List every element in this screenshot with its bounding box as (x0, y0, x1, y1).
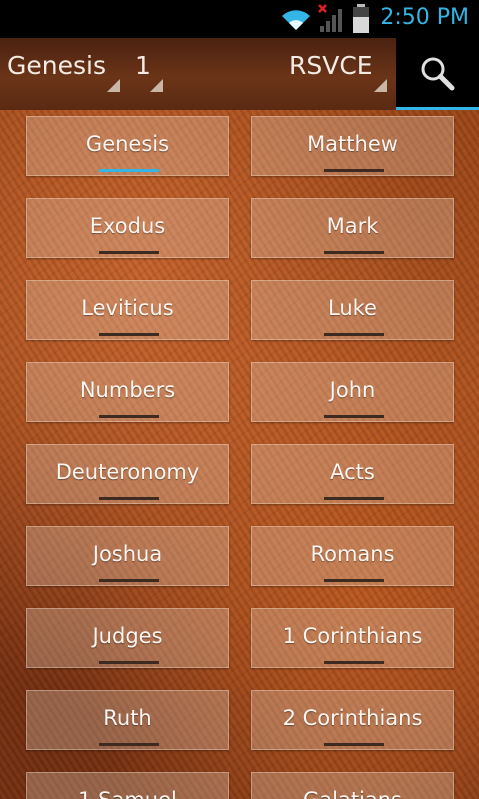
selected-indicator (99, 169, 159, 172)
book-underline (324, 333, 384, 336)
book-underline (99, 333, 159, 336)
book-underline (99, 415, 159, 418)
status-bar: 2:50 PM (0, 0, 479, 38)
book-button-numbers[interactable]: Numbers (26, 362, 229, 422)
book-button-exodus[interactable]: Exodus (26, 198, 229, 258)
book-label: Luke (328, 296, 377, 320)
spinner-dropdown-icon (150, 79, 163, 92)
search-button[interactable] (396, 38, 479, 110)
book-label: Deuteronomy (55, 460, 200, 484)
book-label: Genesis (85, 132, 170, 156)
book-button-1-samuel[interactable]: 1 Samuel (26, 772, 229, 799)
book-label: Judges (92, 624, 163, 648)
book-underline (324, 579, 384, 582)
book-underline (99, 743, 159, 746)
book-button-joshua[interactable]: Joshua (26, 526, 229, 586)
book-button-galatians[interactable]: Galatians (251, 772, 454, 799)
book-button-2-corinthians[interactable]: 2 Corinthians (251, 690, 454, 750)
book-label: Mark (326, 214, 379, 238)
book-label: Ruth (103, 706, 152, 730)
book-underline (324, 661, 384, 664)
signal-no-service-icon (318, 4, 348, 38)
book-underline (324, 169, 384, 172)
chapter-spinner-label: 1 (135, 51, 151, 80)
book-label: 2 Corinthians (282, 706, 423, 730)
spinner-dropdown-icon (374, 79, 387, 92)
book-label: 1 Samuel (27, 788, 228, 799)
book-underline (324, 743, 384, 746)
version-spinner[interactable]: RSVCE (280, 38, 392, 110)
spinner-dropdown-icon (107, 79, 120, 92)
book-button-ruth[interactable]: Ruth (26, 690, 229, 750)
book-button-matthew[interactable]: Matthew (251, 116, 454, 176)
search-icon (421, 57, 455, 91)
book-label: Galatians (252, 788, 453, 799)
chapter-spinner[interactable]: 1 (126, 38, 168, 110)
version-spinner-label: RSVCE (289, 51, 373, 80)
book-underline (99, 579, 159, 582)
book-label: 1 Corinthians (282, 624, 423, 648)
book-label: Numbers (79, 378, 176, 402)
book-button-john[interactable]: John (251, 362, 454, 422)
book-label: Acts (330, 460, 375, 484)
book-underline (99, 661, 159, 664)
book-label: Leviticus (81, 296, 174, 320)
book-label: Exodus (89, 214, 166, 238)
wifi-icon (279, 6, 313, 36)
book-button-romans[interactable]: Romans (251, 526, 454, 586)
book-underline (99, 497, 159, 500)
book-button-1-corinthians[interactable]: 1 Corinthians (251, 608, 454, 668)
book-underline (324, 497, 384, 500)
book-label: Joshua (92, 542, 163, 566)
battery-icon (352, 4, 370, 38)
book-button-leviticus[interactable]: Leviticus (26, 280, 229, 340)
screen: 2:50 PM Genesis 1 RSVCE Genesis Exodus Lev… (0, 0, 479, 799)
action-bar: Genesis 1 RSVCE (0, 38, 479, 110)
book-button-judges[interactable]: Judges (26, 608, 229, 668)
book-underline (324, 251, 384, 254)
book-button-luke[interactable]: Luke (251, 280, 454, 340)
book-label: John (329, 378, 376, 402)
book-spinner[interactable]: Genesis (0, 38, 126, 110)
book-button-acts[interactable]: Acts (251, 444, 454, 504)
book-spinner-label: Genesis (7, 51, 106, 80)
book-button-deuteronomy[interactable]: Deuteronomy (26, 444, 229, 504)
status-time: 2:50 PM (380, 5, 469, 30)
book-button-genesis[interactable]: Genesis (26, 116, 229, 176)
book-underline (324, 415, 384, 418)
book-button-mark[interactable]: Mark (251, 198, 454, 258)
book-grid: Genesis Exodus Leviticus Numbers Deuteronomy… (0, 110, 479, 799)
book-label: Romans (310, 542, 395, 566)
book-label: Matthew (307, 132, 398, 156)
book-underline (99, 251, 159, 254)
